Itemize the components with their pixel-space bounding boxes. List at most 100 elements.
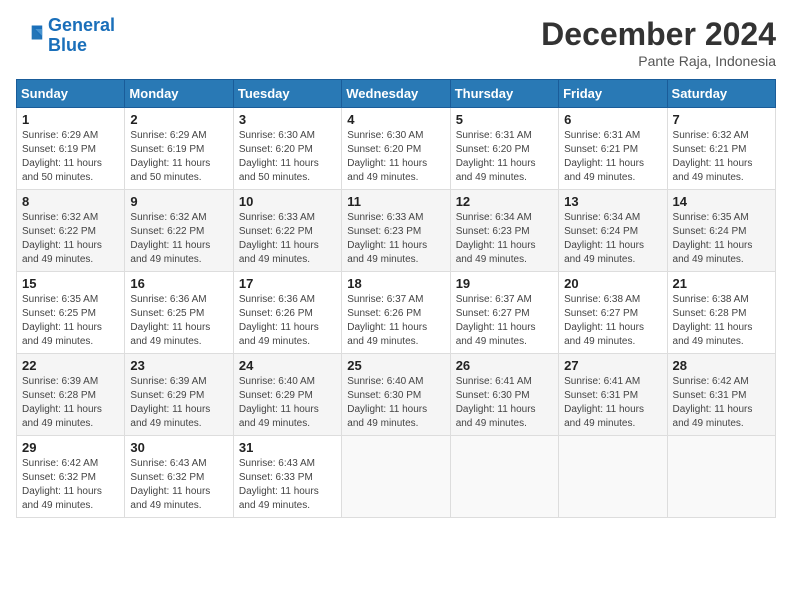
day-number: 21	[673, 276, 770, 291]
calendar-day-cell: 6 Sunrise: 6:31 AMSunset: 6:21 PMDaylight…	[559, 108, 667, 190]
day-number: 17	[239, 276, 336, 291]
calendar-day-cell	[342, 436, 450, 518]
day-info: Sunrise: 6:39 AMSunset: 6:28 PMDaylight:…	[22, 375, 119, 431]
day-info: Sunrise: 6:36 AMSunset: 6:26 PMDaylight:…	[239, 293, 336, 349]
calendar-day-cell: 8Sunrise: 6:32 AMSunset: 6:22 PMDaylight…	[17, 190, 125, 272]
logo: General Blue	[16, 16, 115, 56]
calendar-day-cell: 2 Sunrise: 6:29 AMSunset: 6:19 PMDaylight…	[125, 108, 233, 190]
calendar-day-cell: 30Sunrise: 6:43 AMSunset: 6:32 PMDayligh…	[125, 436, 233, 518]
day-number: 30	[130, 440, 227, 455]
calendar-day-cell: 31 Sunrise: 6:43 AMSunset: 6:33 PMDayligh…	[233, 436, 341, 518]
day-number: 1	[22, 112, 119, 127]
weekday-header: Tuesday	[233, 80, 341, 108]
calendar-week-row: 15 Sunrise: 6:35 AMSunset: 6:25 PMDayligh…	[17, 272, 776, 354]
day-number: 8	[22, 194, 119, 209]
day-number: 14	[673, 194, 770, 209]
day-number: 9	[130, 194, 227, 209]
calendar-day-cell: 25Sunrise: 6:40 AMSunset: 6:30 PMDayligh…	[342, 354, 450, 436]
calendar-day-cell: 5 Sunrise: 6:31 AMSunset: 6:20 PMDaylight…	[450, 108, 558, 190]
day-info: Sunrise: 6:33 AMSunset: 6:23 PMDaylight:…	[347, 211, 444, 267]
day-info: Sunrise: 6:31 AMSunset: 6:20 PMDaylight:…	[456, 129, 553, 185]
calendar-day-cell: 11 Sunrise: 6:33 AMSunset: 6:23 PMDayligh…	[342, 190, 450, 272]
calendar-day-cell: 10 Sunrise: 6:33 AMSunset: 6:22 PMDayligh…	[233, 190, 341, 272]
day-number: 24	[239, 358, 336, 373]
calendar-day-cell: 27 Sunrise: 6:41 AMSunset: 6:31 PMDayligh…	[559, 354, 667, 436]
calendar-day-cell: 13 Sunrise: 6:34 AMSunset: 6:24 PMDayligh…	[559, 190, 667, 272]
day-number: 2	[130, 112, 227, 127]
day-number: 7	[673, 112, 770, 127]
title-area: December 2024 Pante Raja, Indonesia	[541, 16, 776, 69]
calendar-day-cell: 28 Sunrise: 6:42 AMSunset: 6:31 PMDayligh…	[667, 354, 775, 436]
calendar-day-cell: 21Sunrise: 6:38 AMSunset: 6:28 PMDayligh…	[667, 272, 775, 354]
calendar-week-row: 22Sunrise: 6:39 AMSunset: 6:28 PMDayligh…	[17, 354, 776, 436]
weekday-row: SundayMondayTuesdayWednesdayThursdayFrid…	[17, 80, 776, 108]
day-info: Sunrise: 6:43 AMSunset: 6:33 PMDaylight:…	[239, 457, 336, 513]
calendar-day-cell: 16 Sunrise: 6:36 AMSunset: 6:25 PMDayligh…	[125, 272, 233, 354]
day-info: Sunrise: 6:37 AMSunset: 6:27 PMDaylight:…	[456, 293, 553, 349]
weekday-header: Monday	[125, 80, 233, 108]
day-number: 10	[239, 194, 336, 209]
calendar-day-cell: 22Sunrise: 6:39 AMSunset: 6:28 PMDayligh…	[17, 354, 125, 436]
day-info: Sunrise: 6:42 AMSunset: 6:31 PMDaylight:…	[673, 375, 770, 431]
calendar-day-cell	[667, 436, 775, 518]
day-info: Sunrise: 6:32 AMSunset: 6:21 PMDaylight:…	[673, 129, 770, 185]
day-info: Sunrise: 6:29 AMSunset: 6:19 PMDaylight:…	[22, 129, 119, 185]
calendar-day-cell: 1 Sunrise: 6:29 AMSunset: 6:19 PMDaylight…	[17, 108, 125, 190]
day-info: Sunrise: 6:35 AMSunset: 6:25 PMDaylight:…	[22, 293, 119, 349]
weekday-header: Thursday	[450, 80, 558, 108]
day-info: Sunrise: 6:34 AMSunset: 6:24 PMDaylight:…	[564, 211, 661, 267]
calendar-title: December 2024	[541, 16, 776, 53]
day-number: 11	[347, 194, 444, 209]
logo-text: General Blue	[48, 16, 115, 56]
day-number: 3	[239, 112, 336, 127]
page-header: General Blue December 2024 Pante Raja, I…	[16, 16, 776, 69]
day-info: Sunrise: 6:32 AMSunset: 6:22 PMDaylight:…	[130, 211, 227, 267]
day-number: 27	[564, 358, 661, 373]
day-info: Sunrise: 6:30 AMSunset: 6:20 PMDaylight:…	[347, 129, 444, 185]
day-info: Sunrise: 6:42 AMSunset: 6:32 PMDaylight:…	[22, 457, 119, 513]
calendar-day-cell: 23 Sunrise: 6:39 AMSunset: 6:29 PMDayligh…	[125, 354, 233, 436]
calendar-day-cell	[450, 436, 558, 518]
calendar-day-cell: 24Sunrise: 6:40 AMSunset: 6:29 PMDayligh…	[233, 354, 341, 436]
day-number: 5	[456, 112, 553, 127]
day-info: Sunrise: 6:36 AMSunset: 6:25 PMDaylight:…	[130, 293, 227, 349]
calendar-day-cell: 7 Sunrise: 6:32 AMSunset: 6:21 PMDaylight…	[667, 108, 775, 190]
calendar-body: 1 Sunrise: 6:29 AMSunset: 6:19 PMDaylight…	[17, 108, 776, 518]
day-info: Sunrise: 6:41 AMSunset: 6:30 PMDaylight:…	[456, 375, 553, 431]
day-info: Sunrise: 6:34 AMSunset: 6:23 PMDaylight:…	[456, 211, 553, 267]
day-info: Sunrise: 6:31 AMSunset: 6:21 PMDaylight:…	[564, 129, 661, 185]
day-number: 6	[564, 112, 661, 127]
day-info: Sunrise: 6:33 AMSunset: 6:22 PMDaylight:…	[239, 211, 336, 267]
calendar-day-cell: 29 Sunrise: 6:42 AMSunset: 6:32 PMDayligh…	[17, 436, 125, 518]
calendar-day-cell: 15 Sunrise: 6:35 AMSunset: 6:25 PMDayligh…	[17, 272, 125, 354]
calendar-day-cell: 19 Sunrise: 6:37 AMSunset: 6:27 PMDayligh…	[450, 272, 558, 354]
day-info: Sunrise: 6:41 AMSunset: 6:31 PMDaylight:…	[564, 375, 661, 431]
weekday-header: Friday	[559, 80, 667, 108]
day-number: 28	[673, 358, 770, 373]
day-info: Sunrise: 6:37 AMSunset: 6:26 PMDaylight:…	[347, 293, 444, 349]
day-info: Sunrise: 6:40 AMSunset: 6:30 PMDaylight:…	[347, 375, 444, 431]
day-number: 23	[130, 358, 227, 373]
day-info: Sunrise: 6:39 AMSunset: 6:29 PMDaylight:…	[130, 375, 227, 431]
day-number: 29	[22, 440, 119, 455]
day-number: 31	[239, 440, 336, 455]
calendar-header: SundayMondayTuesdayWednesdayThursdayFrid…	[17, 80, 776, 108]
day-number: 16	[130, 276, 227, 291]
day-info: Sunrise: 6:35 AMSunset: 6:24 PMDaylight:…	[673, 211, 770, 267]
calendar-day-cell: 12Sunrise: 6:34 AMSunset: 6:23 PMDayligh…	[450, 190, 558, 272]
calendar-day-cell	[559, 436, 667, 518]
day-number: 13	[564, 194, 661, 209]
calendar-day-cell: 4Sunrise: 6:30 AMSunset: 6:20 PMDaylight…	[342, 108, 450, 190]
day-number: 20	[564, 276, 661, 291]
calendar-day-cell: 26Sunrise: 6:41 AMSunset: 6:30 PMDayligh…	[450, 354, 558, 436]
logo-icon	[16, 22, 44, 50]
day-number: 15	[22, 276, 119, 291]
day-number: 19	[456, 276, 553, 291]
day-info: Sunrise: 6:29 AMSunset: 6:19 PMDaylight:…	[130, 129, 227, 185]
calendar-week-row: 8 Sunrise: 6:32 AMSunset: 6:22 PMDaylight…	[17, 190, 776, 272]
calendar-subtitle: Pante Raja, Indonesia	[541, 53, 776, 69]
weekday-header: Saturday	[667, 80, 775, 108]
weekday-header: Wednesday	[342, 80, 450, 108]
calendar-table: SundayMondayTuesdayWednesdayThursdayFrid…	[16, 79, 776, 518]
weekday-header: Sunday	[17, 80, 125, 108]
